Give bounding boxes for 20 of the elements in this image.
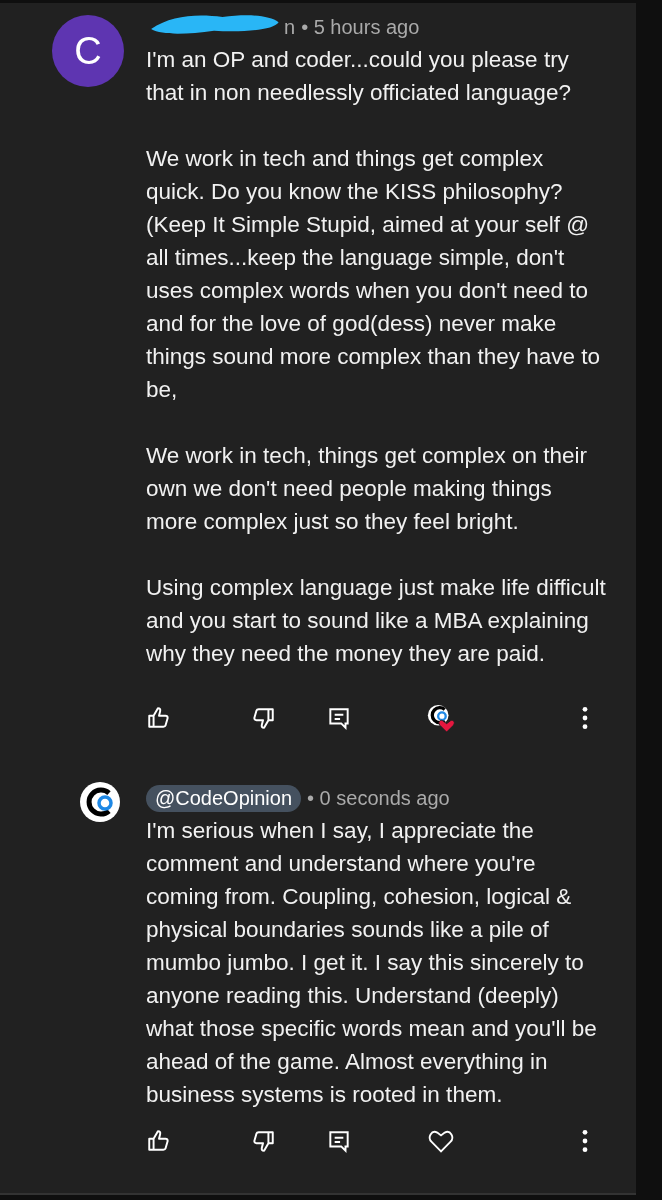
creator-heart-icon[interactable] — [426, 703, 456, 733]
reply-icon[interactable] — [326, 1128, 352, 1154]
author-name[interactable]: n — [284, 15, 296, 39]
comment-text: We work in tech and things get complex quick. Do you know the KISS philosophy? (Keep It Simple Stupid, aimed at your self @ all times...keep the language simple, don't uses complex words when you don't need to and for the love of god(dess) never make things sound more complex than they have to be, — [146, 145, 602, 404]
timestamp: • 0 seconds ago — [307, 786, 450, 810]
thumbs-down-icon[interactable] — [250, 705, 276, 731]
more-options-icon[interactable] — [580, 705, 590, 731]
comment-text: Using complex language just make life difficult and you start to sound like a MBA explaining why they need the money they are paid. — [146, 574, 606, 668]
author-name[interactable]: @CodeOpinion — [146, 784, 302, 812]
more-options-icon[interactable] — [580, 1128, 590, 1154]
thumbs-down-icon[interactable] — [250, 1128, 276, 1154]
comment-text: I'm serious when I say, I appreciate the comment and understand where you're coming from. Coupling, cohesion, logical & physical boundaries sounds like a pile of mumbo jumbo. I get it. I say this sincerely to anyone reading this. Understand (deeply) what those specific words mean and you'll be ahead of the game. Almost everything in business systems is rooted in them. — [146, 817, 598, 1109]
thumbs-up-icon[interactable] — [146, 1128, 172, 1154]
reply-icon[interactable] — [326, 705, 352, 731]
comment-text: We work in tech, things get complex on their own we don't need people making things more complex just so they feel bright. — [146, 442, 589, 536]
comment-text: I'm an OP and coder...could you please try that in non needlessly officiated language? — [146, 46, 572, 107]
timestamp: • 5 hours ago — [301, 15, 420, 39]
channel-logo-icon[interactable] — [80, 782, 120, 822]
thumbs-up-icon[interactable] — [146, 705, 172, 731]
avatar[interactable]: C — [52, 15, 124, 87]
